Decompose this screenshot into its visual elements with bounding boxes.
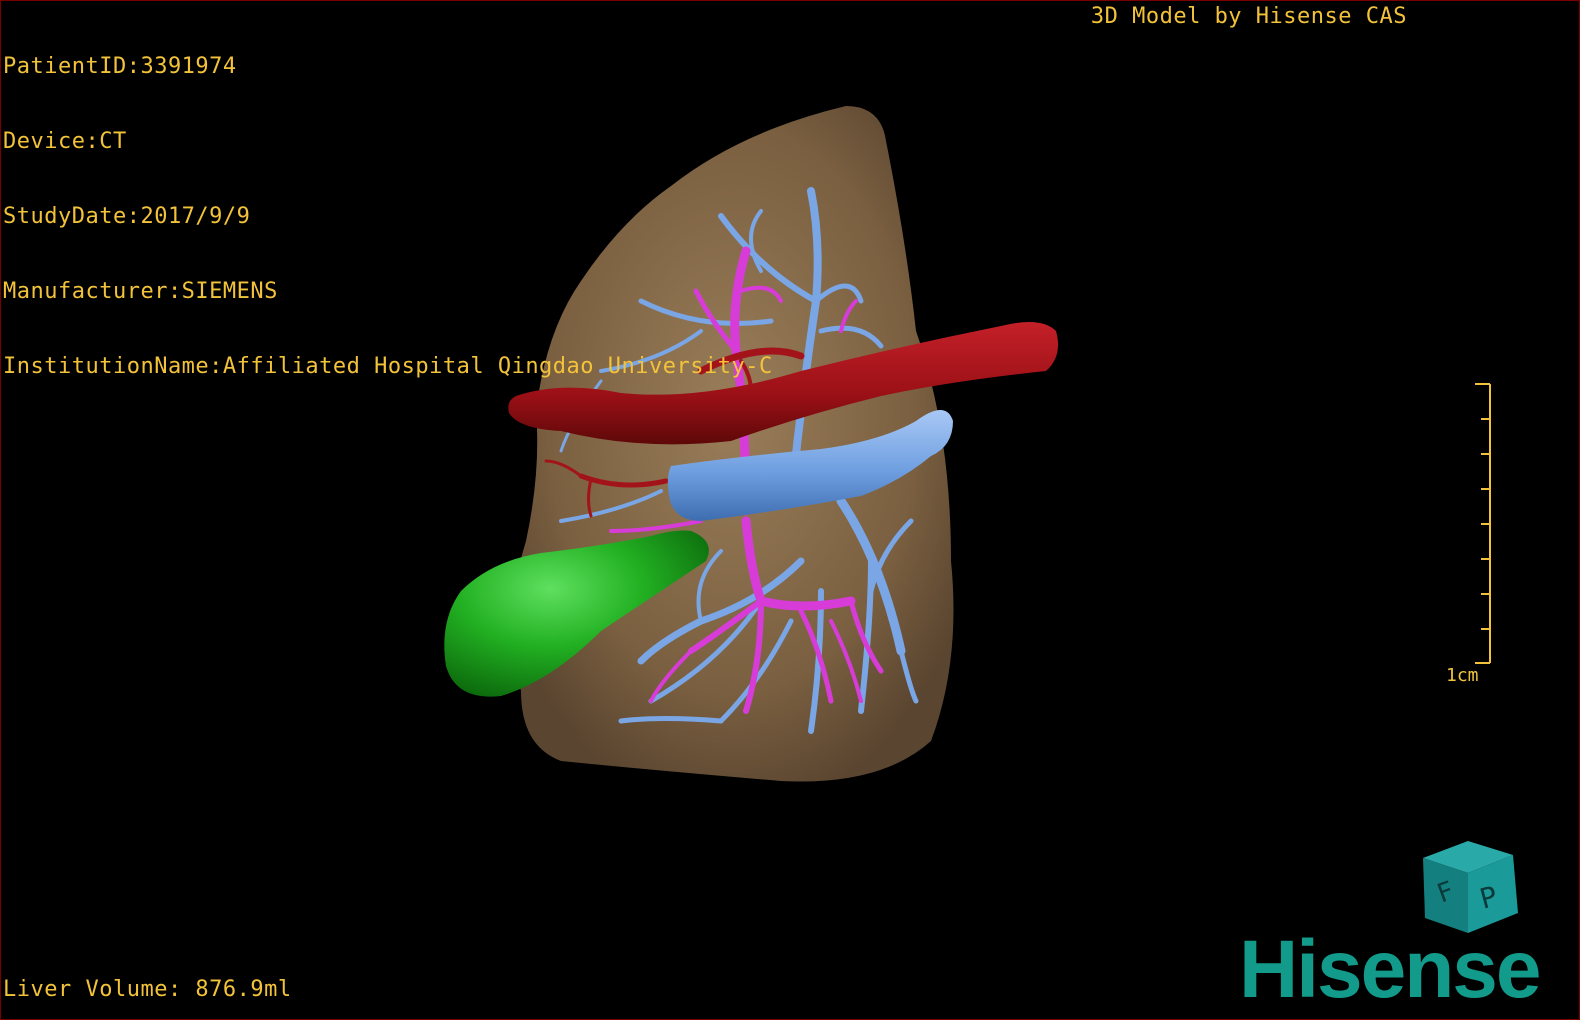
study-date: StudyDate:2017/9/9 xyxy=(3,204,251,229)
liver-volume: Liver Volume: 876.9ml xyxy=(3,977,292,1002)
dicom-info-block: PatientID:3391974 Device:CT StudyDate:20… xyxy=(3,4,773,429)
brand-caption: 3D Model by Hisense CAS xyxy=(1090,4,1407,29)
hisense-logo: Hisense xyxy=(1239,924,1542,1015)
institution-name: InstitutionName:Affiliated Hospital Qing… xyxy=(3,354,773,379)
device: Device:CT xyxy=(3,129,127,154)
3d-viewport[interactable]: PatientID:3391974 Device:CT StudyDate:20… xyxy=(0,0,1580,1020)
manufacturer: Manufacturer:SIEMENS xyxy=(3,279,278,304)
scale-bar xyxy=(1475,383,1491,664)
patient-id: PatientID:3391974 xyxy=(3,54,237,79)
scale-label: 1cm xyxy=(1446,665,1479,686)
